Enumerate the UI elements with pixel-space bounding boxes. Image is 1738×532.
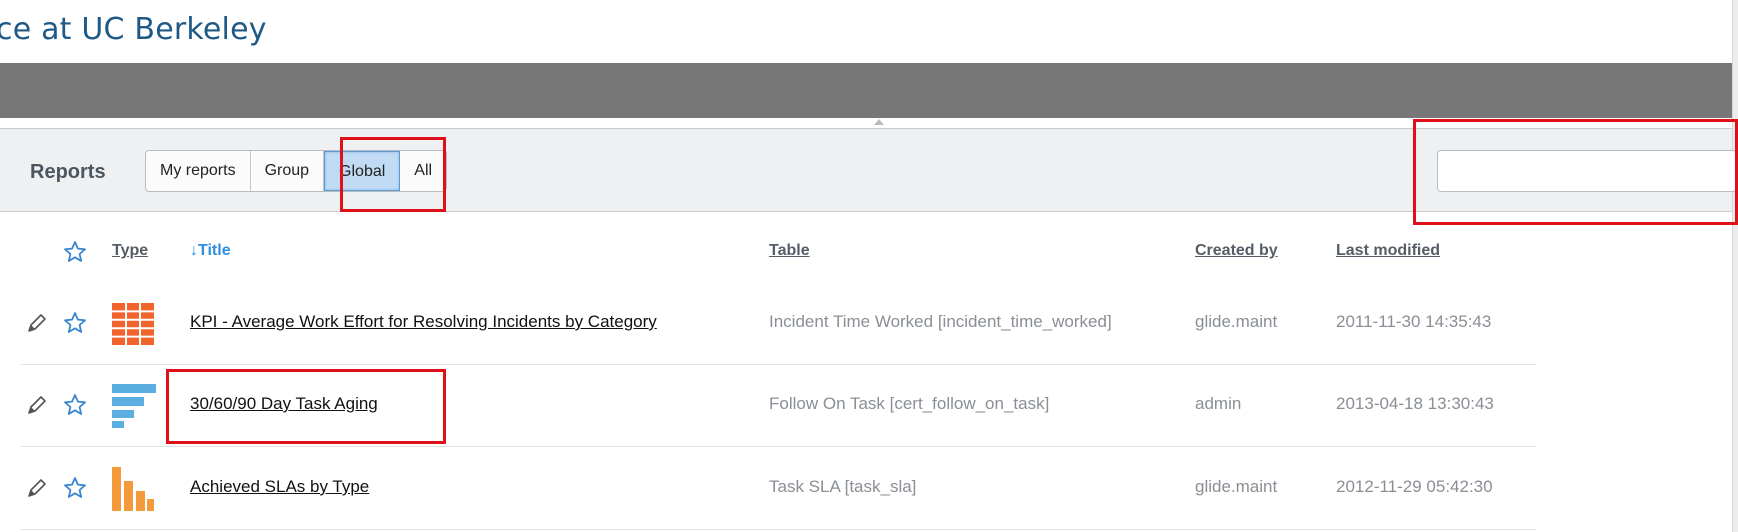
edit-pencil-icon[interactable] [26,394,48,416]
page-title: ce at UC Berkeley [0,12,267,47]
column-header-table[interactable]: Table [769,242,810,260]
last-modified-cell: 2013-04-18 13:30:43 [1336,394,1494,413]
table-row: 30/60/90 Day Task Aging Follow On Task [… [20,365,1536,447]
last-modified-cell: 2011-11-30 14:35:43 [1336,312,1492,331]
column-header-type[interactable]: Type [112,242,148,260]
report-title-cell: Achieved SLAs by Type [190,477,369,497]
star-all-icon[interactable] [63,240,87,264]
column-header-title[interactable]: ↓Title [190,242,231,260]
report-title-cell: 30/60/90 Day Task Aging [190,394,378,414]
last-modified-cell: 2012-11-29 05:42:30 [1336,477,1493,496]
filter-group-button[interactable]: Group [251,151,325,191]
column-header-created-by[interactable]: Created by [1195,242,1278,260]
filter-all-button[interactable]: All [400,151,446,191]
created-by-cell: admin [1195,394,1242,413]
report-title-link[interactable]: KPI - Average Work Effort for Resolving … [190,312,657,331]
header-banner [0,63,1732,118]
edit-pencil-icon[interactable] [26,477,48,499]
scrollbar[interactable] [1732,0,1738,532]
edit-pencil-icon[interactable] [26,312,48,334]
star-icon[interactable] [63,311,87,335]
created-by-cell: glide.maint [1195,477,1278,496]
star-icon[interactable] [63,393,87,417]
star-icon[interactable] [63,476,87,500]
report-title-link[interactable]: 30/60/90 Day Task Aging [190,394,378,413]
collapse-arrow-icon[interactable] [874,119,884,125]
table-header: Type ↓Title Table Created by Last modifi… [0,230,1536,270]
vertical-bar-report-icon [112,467,154,511]
table-row: KPI - Average Work Effort for Resolving … [20,283,1536,365]
column-header-last-modified[interactable]: Last modified [1336,242,1440,260]
created-by-cell: glide.maint [1195,312,1278,331]
horizontal-bar-report-icon [112,384,156,428]
filter-global-button[interactable]: Global [324,151,401,191]
report-title-link[interactable]: Achieved SLAs by Type [190,477,369,496]
table-name-cell: Follow On Task [cert_follow_on_task] [769,394,1050,413]
filter-my-reports-button[interactable]: My reports [146,151,251,191]
report-title-cell: KPI - Average Work Effort for Resolving … [190,312,657,332]
table-name-cell: Task SLA [task_sla] [769,477,917,496]
reports-toolbar: Reports My reports Group Global All [0,128,1737,212]
reports-label: Reports [30,161,106,183]
report-filter-group: My reports Group Global All [145,150,448,192]
heatmap-report-icon [112,303,154,345]
search-input[interactable] [1437,150,1737,192]
table-row: Achieved SLAs by Type Task SLA [task_sla… [20,448,1536,530]
table-name-cell: Incident Time Worked [incident_time_work… [769,312,1112,331]
